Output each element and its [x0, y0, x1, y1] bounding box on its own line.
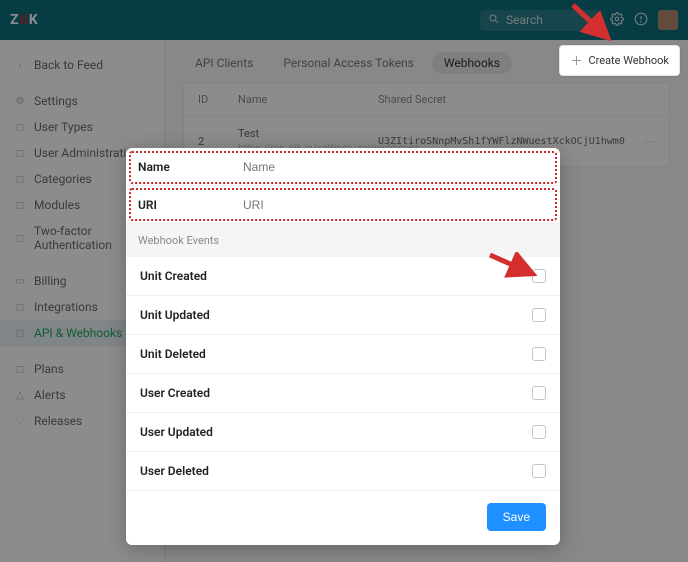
save-button[interactable]: Save [487, 503, 546, 531]
event-row-unit-updated: Unit Updated [126, 296, 560, 335]
create-webhook-label: Create Webhook [588, 54, 669, 67]
create-webhook-modal: Name URI Webhook Events Unit CreatedUnit… [126, 148, 560, 545]
event-row-user-created: User Created [126, 374, 560, 413]
event-row-user-deleted: User Deleted [126, 452, 560, 491]
annotation-name-field [129, 151, 557, 184]
event-label: Unit Created [140, 269, 207, 283]
annotation-arrow-checkbox [485, 252, 545, 282]
event-label: User Deleted [140, 464, 209, 478]
event-label: Unit Deleted [140, 347, 206, 361]
event-label: Unit Updated [140, 308, 210, 322]
annotation-arrow-create [568, 0, 628, 50]
event-checkbox[interactable] [532, 386, 546, 400]
event-checkbox[interactable] [532, 464, 546, 478]
event-row-user-updated: User Updated [126, 413, 560, 452]
event-row-unit-deleted: Unit Deleted [126, 335, 560, 374]
event-checkbox[interactable] [532, 347, 546, 361]
event-checkbox[interactable] [532, 308, 546, 322]
plus-icon: ＋ [570, 52, 582, 69]
annotation-uri-field [129, 188, 557, 221]
event-label: User Created [140, 386, 210, 400]
event-label: User Updated [140, 425, 213, 439]
event-checkbox[interactable] [532, 425, 546, 439]
